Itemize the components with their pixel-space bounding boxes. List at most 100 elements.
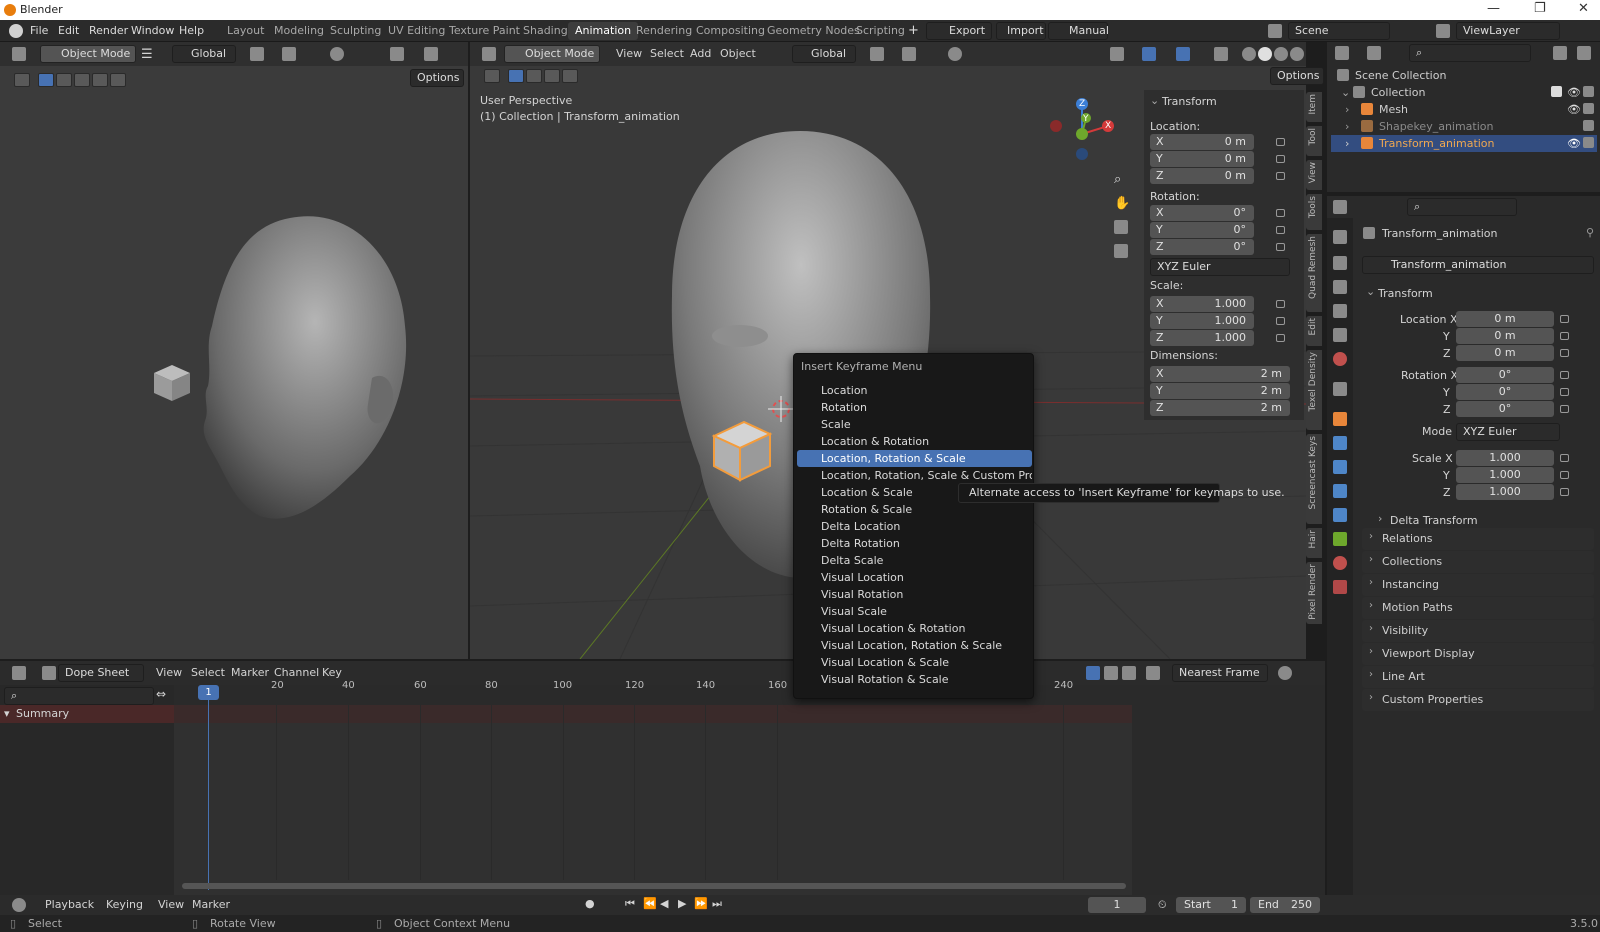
filter-icon[interactable] xyxy=(1553,46,1567,60)
tab-layout[interactable]: Layout xyxy=(220,22,271,40)
jump-next-key-icon[interactable]: ⏩ xyxy=(694,897,708,910)
blender-menu-icon[interactable] xyxy=(9,24,23,38)
prop-rotation-x[interactable]: 0° xyxy=(1456,367,1554,383)
channel-search-input[interactable]: ⌕ xyxy=(4,687,154,705)
play-reverse-icon[interactable]: ◀ xyxy=(660,897,668,910)
keyframe-option[interactable]: Delta Location xyxy=(797,518,1032,535)
main-editor-type-icon[interactable] xyxy=(482,47,496,61)
lock-icon[interactable] xyxy=(1276,209,1285,217)
npanel-dimensions-x[interactable]: X2 m xyxy=(1150,366,1290,382)
render-camera-icon[interactable] xyxy=(1583,120,1594,131)
proportional-icon[interactable] xyxy=(330,47,344,61)
world-tab-icon[interactable] xyxy=(1333,352,1347,366)
left-gizmo-icon[interactable] xyxy=(424,47,438,61)
select-mode-extend-icon[interactable] xyxy=(56,73,72,87)
npanel-dimensions-y[interactable]: Y2 m xyxy=(1150,383,1290,399)
keyframe-option[interactable]: Location xyxy=(797,382,1032,399)
current-frame-field[interactable]: 1 xyxy=(1088,897,1146,913)
main-select-invert-icon[interactable] xyxy=(562,69,578,83)
selected-cube[interactable] xyxy=(708,416,778,486)
lock-icon[interactable] xyxy=(1276,226,1285,234)
keyframe-option[interactable]: Visual Rotation xyxy=(797,586,1032,603)
pivot-icon[interactable] xyxy=(250,47,264,61)
eye-icon[interactable]: 👁 xyxy=(1567,137,1581,150)
lock-icon[interactable] xyxy=(1560,315,1569,323)
chevron-down-icon[interactable]: ⌄ xyxy=(1150,94,1159,107)
texture-tab-icon[interactable] xyxy=(1333,580,1347,594)
prop-scale-x[interactable]: 1.000 xyxy=(1456,450,1554,466)
checkbox-icon[interactable] xyxy=(1551,86,1562,97)
npanel-dimensions-z[interactable]: Z2 m xyxy=(1150,400,1290,416)
lock-icon[interactable] xyxy=(1276,138,1285,146)
chevron-right-icon[interactable]: › xyxy=(1378,512,1382,525)
render-camera-icon[interactable] xyxy=(1583,103,1594,114)
main-select-subtract-icon[interactable] xyxy=(544,69,560,83)
grid-ortho-icon[interactable] xyxy=(1114,244,1128,258)
current-frame-indicator[interactable]: 1 xyxy=(198,685,219,700)
outliner-scene-collection[interactable]: Scene Collection xyxy=(1331,67,1597,84)
snap-icon[interactable] xyxy=(282,47,296,61)
add-workspace-button[interactable]: + xyxy=(908,23,919,38)
keyframe-option[interactable]: Visual Location xyxy=(797,569,1032,586)
gizmo-icon[interactable] xyxy=(1142,47,1156,61)
npanel-transform-title[interactable]: Transform xyxy=(1162,95,1217,108)
tab-scripting[interactable]: Scripting xyxy=(849,22,912,40)
jump-prev-key-icon[interactable]: ⏪ xyxy=(643,897,657,910)
tab-animation[interactable]: Animation xyxy=(568,22,639,40)
properties-editor-icon[interactable] xyxy=(1333,200,1347,214)
hamburger-icon[interactable]: ☰ xyxy=(141,47,153,62)
prop-location-y[interactable]: 0 m xyxy=(1456,328,1554,344)
ds-filter-icon[interactable] xyxy=(1146,666,1160,680)
jump-end-icon[interactable]: ⏭ xyxy=(712,897,722,911)
keyframe-option[interactable]: Location & Rotation xyxy=(797,433,1032,450)
eye-icon[interactable]: 👁 xyxy=(1567,86,1581,99)
prop-delta-transform[interactable]: Delta Transform xyxy=(1390,514,1478,527)
timeline-playback-menu[interactable]: Playback xyxy=(45,898,94,911)
properties-search-input[interactable]: ⌕ xyxy=(1407,198,1517,216)
ds-menu-select[interactable]: Select xyxy=(191,666,225,679)
jump-start-icon[interactable]: ⏮ xyxy=(625,897,635,911)
start-frame-field[interactable]: Start 1 xyxy=(1176,897,1246,913)
tab-item[interactable]: Item xyxy=(1306,92,1322,122)
menu-help[interactable]: Help xyxy=(179,24,204,37)
lock-icon[interactable] xyxy=(1560,454,1569,462)
ds-menu-key[interactable]: Key xyxy=(322,666,342,679)
prop-section-motion-paths[interactable]: › Motion Paths xyxy=(1362,597,1594,619)
npanel-location-y[interactable]: Y0 m xyxy=(1150,151,1254,167)
npanel-location-x[interactable]: X0 m xyxy=(1150,134,1254,150)
timeline-keying-menu[interactable]: Keying xyxy=(106,898,143,911)
chevron-right-icon[interactable]: › xyxy=(1345,137,1349,150)
prop-rotation-y[interactable]: 0° xyxy=(1456,384,1554,400)
ds-menu-channel[interactable]: Channel xyxy=(274,666,319,679)
viewlayer-selector[interactable]: ViewLayer xyxy=(1456,22,1560,40)
menu-render[interactable]: Render xyxy=(89,24,128,37)
ds-proportional-icon[interactable] xyxy=(1278,666,1292,680)
outliner-collection[interactable]: ⌄ Collection 👁 xyxy=(1331,84,1597,101)
data-tab-icon[interactable] xyxy=(1333,532,1347,546)
keyframe-option[interactable]: Delta Rotation xyxy=(797,535,1032,552)
keyframe-option[interactable]: Visual Location, Rotation & Scale xyxy=(797,637,1032,654)
scene-selector[interactable]: Scene xyxy=(1288,22,1390,40)
tab-screencast-keys[interactable]: Screencast Keys xyxy=(1306,434,1322,524)
outliner-mesh[interactable]: › Mesh 👁 xyxy=(1331,101,1597,118)
zoom-icon[interactable]: ⌕ xyxy=(1114,172,1128,187)
lock-icon[interactable] xyxy=(1276,334,1285,342)
lock-icon[interactable] xyxy=(1276,155,1285,163)
menu-select[interactable]: Select xyxy=(650,47,684,60)
select-tool-icon[interactable] xyxy=(14,73,30,87)
outliner-editor-icon[interactable] xyxy=(1335,46,1349,60)
output-tab-icon[interactable] xyxy=(1333,280,1347,294)
play-icon[interactable]: ▶ xyxy=(678,897,686,910)
timeline-editor-icon[interactable] xyxy=(12,898,26,912)
dopesheet-editor-icon[interactable] xyxy=(12,666,26,680)
keyframe-option-selected[interactable]: Location, Rotation & Scale xyxy=(797,450,1032,467)
lock-icon[interactable] xyxy=(1560,349,1569,357)
render-camera-icon[interactable] xyxy=(1583,137,1594,148)
prop-rotation-z[interactable]: 0° xyxy=(1456,401,1554,417)
select-mode-subtract-icon[interactable] xyxy=(74,73,90,87)
left-object-mode-dropdown[interactable]: Object Mode xyxy=(40,45,136,63)
prop-scale-z[interactable]: 1.000 xyxy=(1456,484,1554,500)
swap-icon[interactable]: ⇔ xyxy=(156,687,166,701)
npanel-rotation-mode-dropdown[interactable]: XYZ Euler xyxy=(1150,258,1290,276)
keyframe-option[interactable]: Location, Rotation, Scale & Custom Prope… xyxy=(797,467,1032,484)
